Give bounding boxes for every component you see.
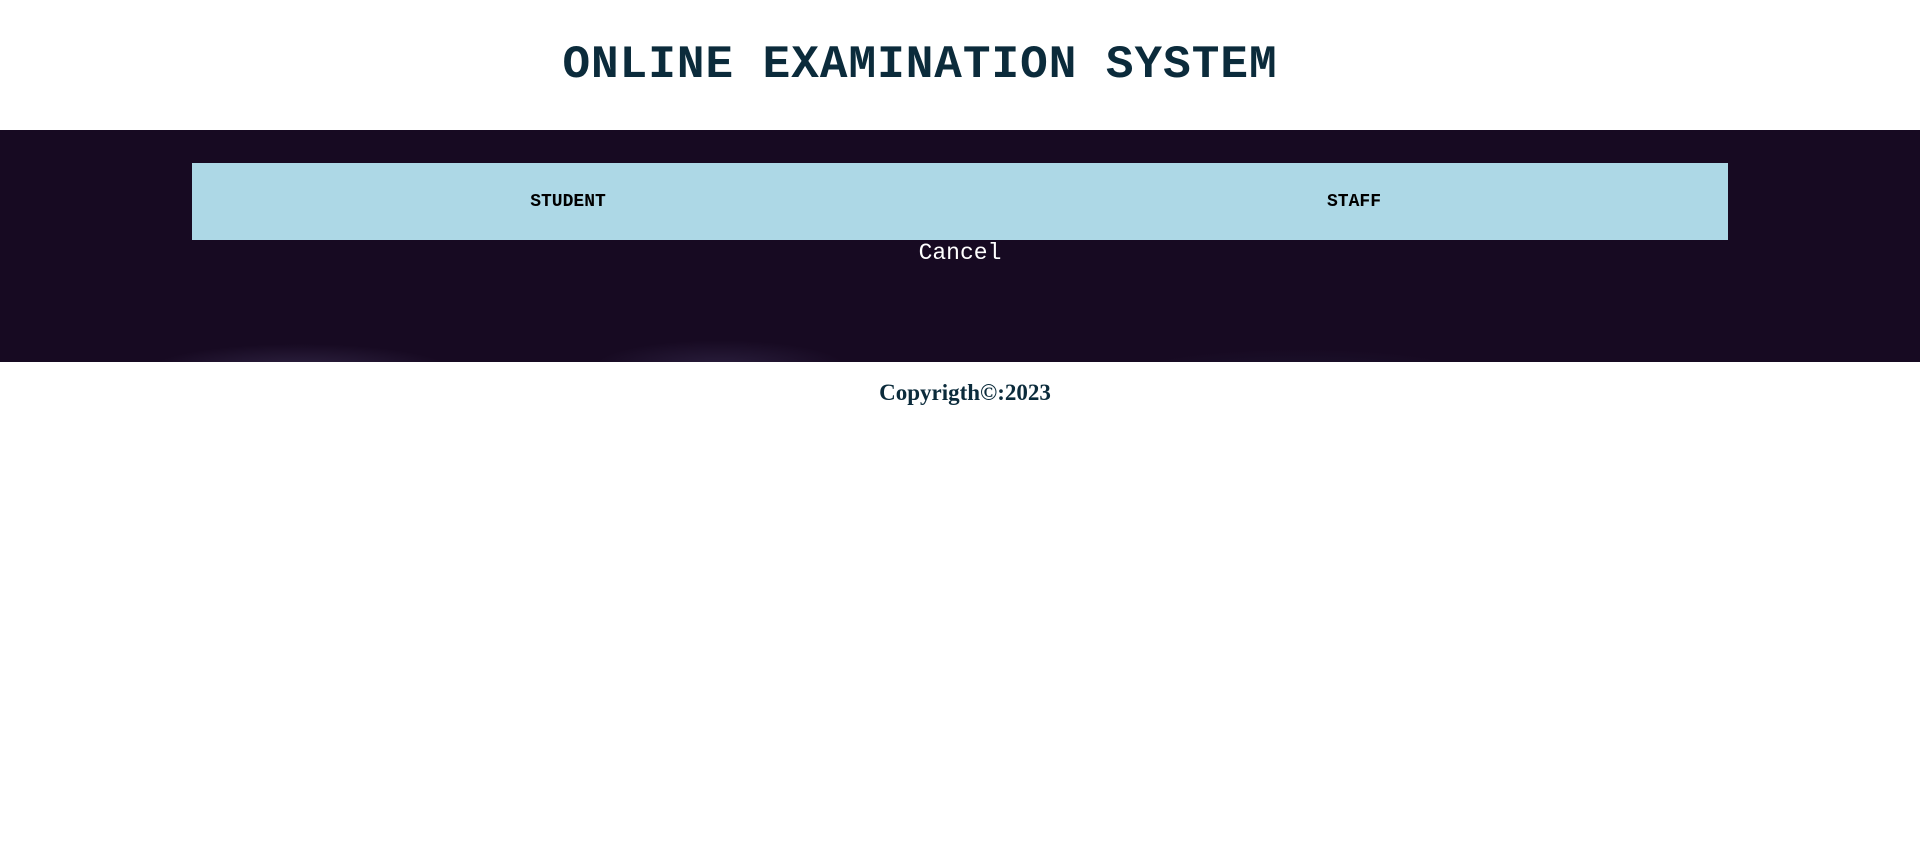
student-link[interactable]: STUDENT [184, 163, 952, 240]
cancel-link-label: Cancel [918, 240, 1002, 266]
role-selection-bar: STUDENT STAFF [192, 163, 1728, 240]
hero-banner: STUDENT STAFF Cancel [0, 130, 1920, 362]
cancel-link[interactable]: Cancel [0, 240, 1920, 266]
page-title: ONLINE EXAMINATION SYSTEM [562, 39, 1278, 91]
page-footer: Copyrigth©:2023 [0, 362, 1920, 406]
page-header: ONLINE EXAMINATION SYSTEM [0, 0, 1920, 130]
staff-link[interactable]: STAFF [970, 163, 1738, 240]
banner-background-glow [0, 312, 1920, 362]
copyright-text: Copyrigth©:2023 [879, 380, 1051, 405]
